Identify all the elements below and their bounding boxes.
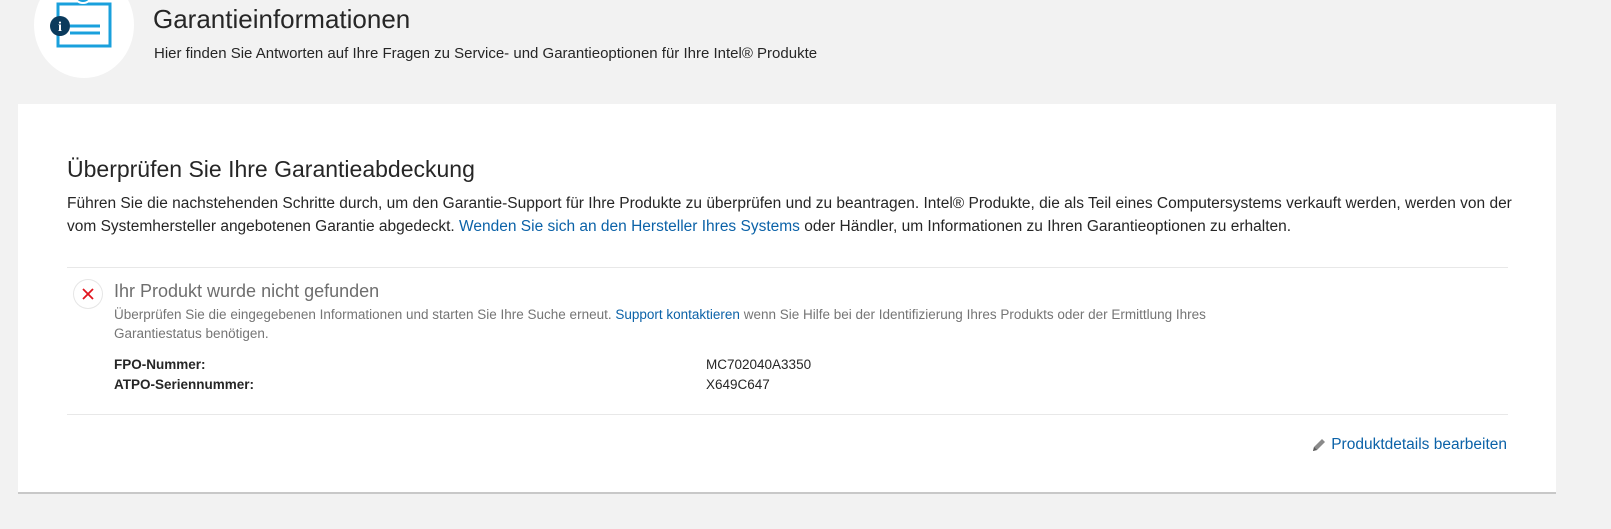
warranty-icon-badge: i bbox=[34, 0, 134, 78]
atpo-serial-value: X649C647 bbox=[706, 377, 770, 392]
error-message: Überprüfen Sie die eingegebenen Informat… bbox=[114, 305, 1264, 343]
divider bbox=[67, 414, 1508, 415]
edit-product-details-link[interactable]: Produktdetails bearbeiten bbox=[1311, 436, 1507, 454]
warranty-check-card: Überprüfen Sie Ihre Garantieabdeckung Fü… bbox=[18, 104, 1556, 494]
error-title: Ihr Produkt wurde nicht gefunden bbox=[114, 281, 380, 301]
fpo-number-value: MC702040A3350 bbox=[706, 357, 812, 372]
warranty-certificate-icon: i bbox=[50, 0, 112, 48]
card-intro: Führen Sie die nachstehenden Schritte du… bbox=[67, 192, 1515, 238]
fpo-number-label: FPO-Nummer: bbox=[114, 357, 206, 372]
edit-product-details-label: Produktdetails bearbeiten bbox=[1331, 436, 1507, 453]
card-title: Überprüfen Sie Ihre Garantieabdeckung bbox=[67, 156, 475, 182]
atpo-serial-label: ATPO-Seriennummer: bbox=[114, 377, 255, 392]
close-icon bbox=[82, 288, 94, 300]
page-title: Garantieinformationen bbox=[153, 4, 411, 34]
divider bbox=[67, 267, 1508, 268]
error-status-badge bbox=[74, 280, 102, 308]
svg-text:i: i bbox=[58, 20, 62, 35]
error-text-1: Überprüfen Sie die eingegebenen Informat… bbox=[114, 307, 616, 322]
page-subtitle: Hier finden Sie Antworten auf Ihre Frage… bbox=[154, 45, 818, 62]
intro-text-2: oder Händler, um Informationen zu Ihren … bbox=[799, 218, 1292, 235]
contact-manufacturer-link[interactable]: Wenden Sie sich an den Hersteller Ihres … bbox=[459, 218, 800, 235]
pencil-icon bbox=[1313, 439, 1326, 451]
contact-support-link[interactable]: Support kontaktieren bbox=[615, 307, 740, 322]
